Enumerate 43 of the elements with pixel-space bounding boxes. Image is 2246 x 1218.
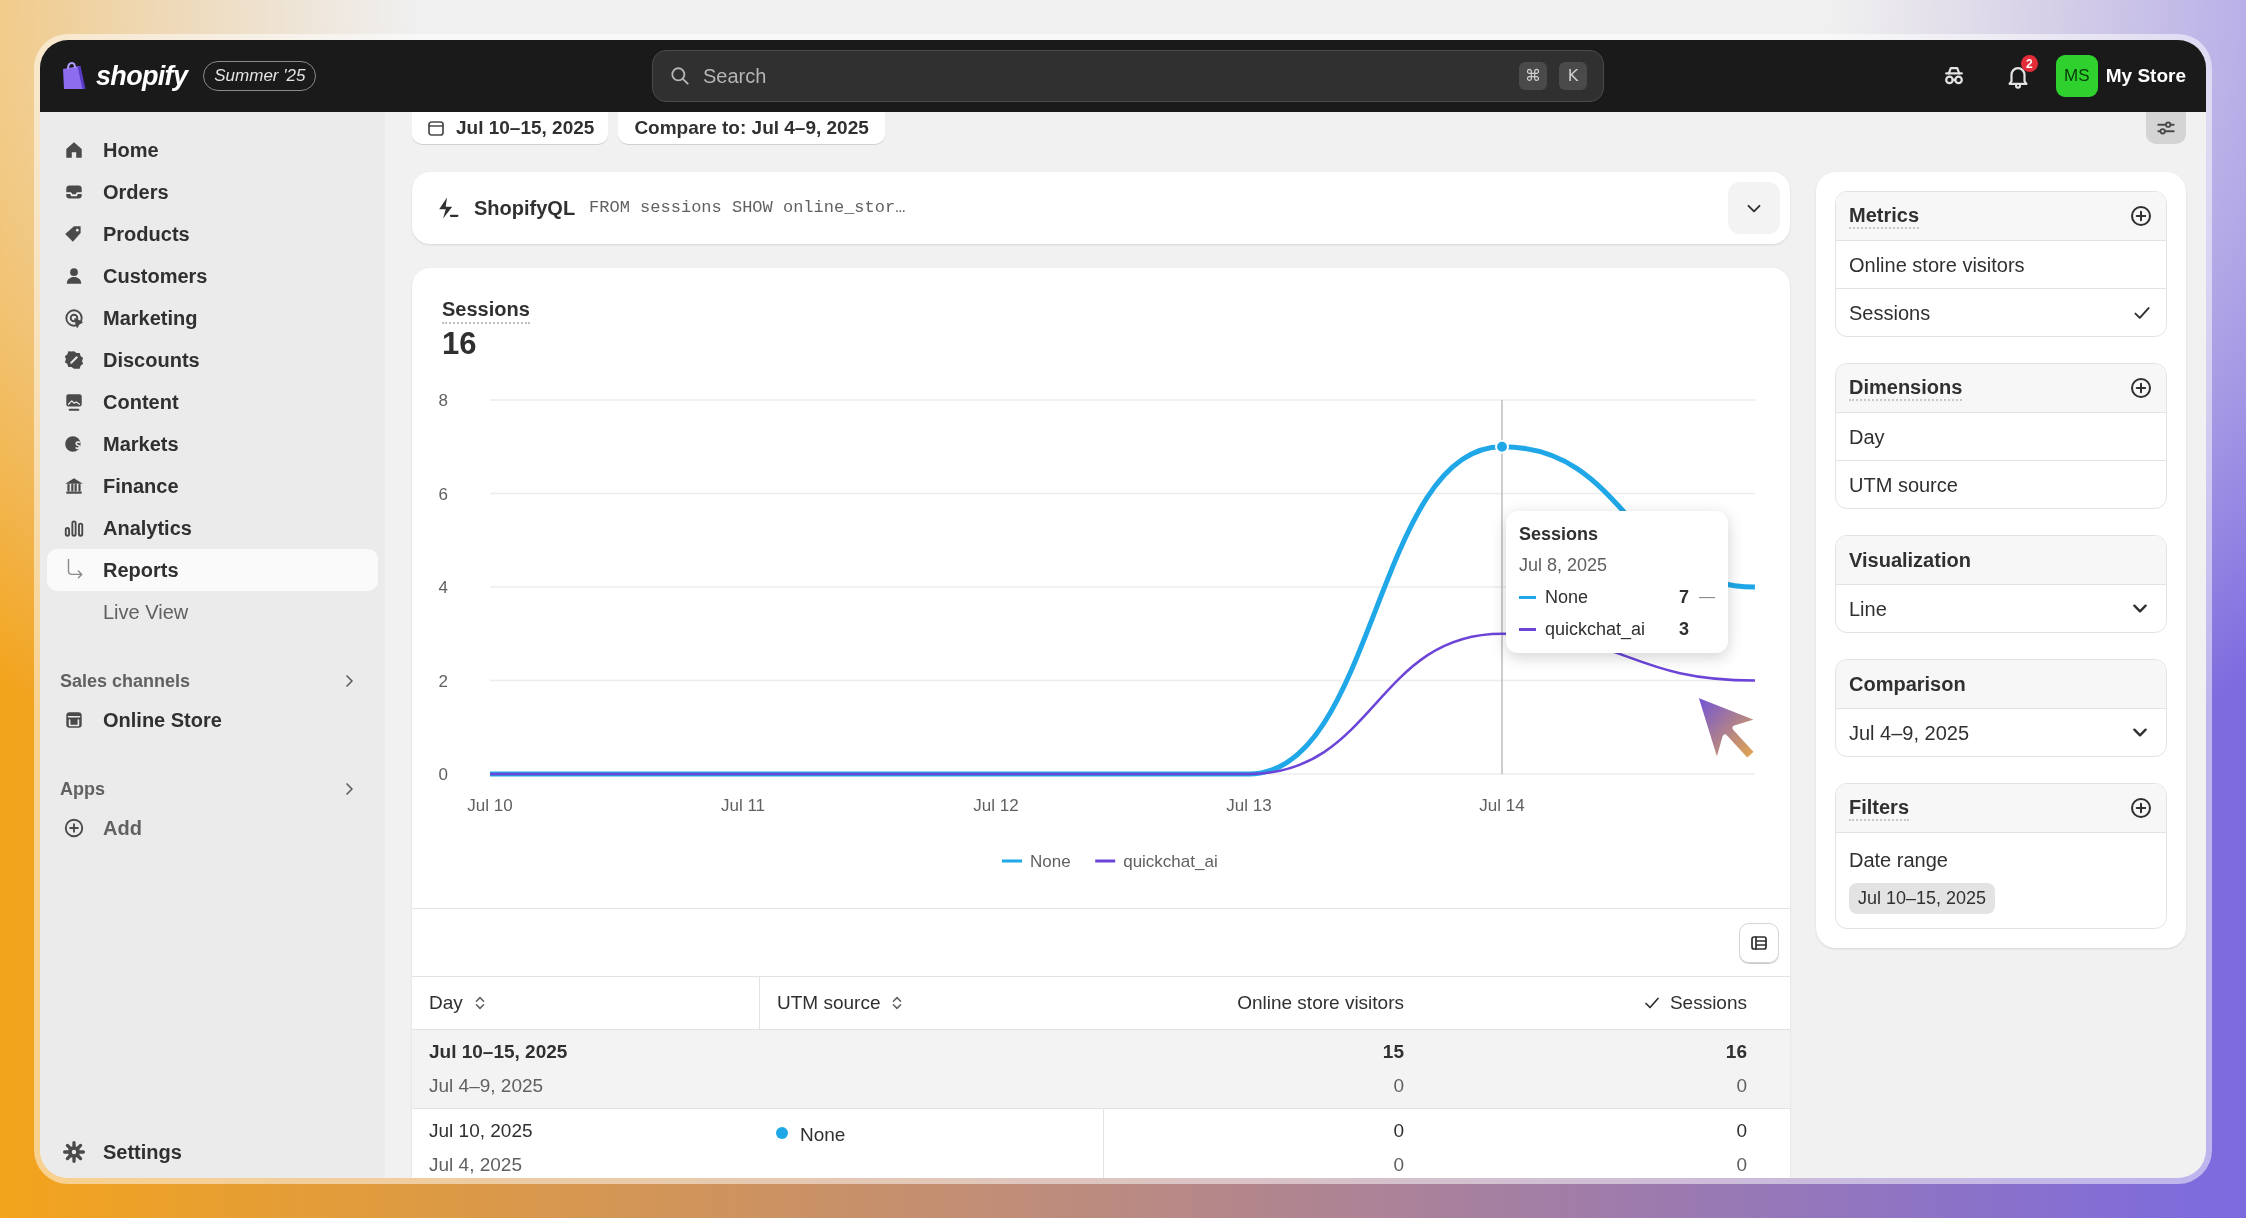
- tooltip-value: 3: [1679, 617, 1689, 641]
- x-tick-label: Jul 12: [973, 796, 1019, 815]
- tooltip-series-name: None: [1545, 585, 1589, 609]
- section-title: Filters: [1849, 795, 1910, 821]
- x-tick-label: Jul 10: [467, 796, 513, 815]
- metric-total: 16: [442, 325, 477, 363]
- table-cell-text: Jul 10, 2025: [429, 1118, 534, 1143]
- section-title: Comparison: [1849, 672, 1966, 697]
- query-text: FROM sessions SHOW online_stor…: [589, 197, 906, 220]
- y-tick-label: 4: [438, 578, 448, 597]
- tooltip-compare-value: —: [1698, 587, 1715, 607]
- table-cell-text: Jul 4–9, 2025: [429, 1074, 545, 1098]
- query-label: ShopifyQL: [474, 196, 576, 221]
- x-tick-label: Jul 11: [720, 796, 766, 815]
- table-cell-text: 0: [1393, 1153, 1404, 1177]
- table-cell-text: 0: [1736, 1153, 1747, 1177]
- tooltip-date: Jul 8, 2025: [1519, 554, 1609, 577]
- y-tick-label: 6: [438, 484, 448, 504]
- notification-badge: 2: [2020, 55, 2038, 72]
- section-title: Dimensions: [1849, 375, 1963, 401]
- table-cell-text: 16: [1725, 1039, 1747, 1064]
- x-tick-label: Jul 14: [1479, 796, 1525, 815]
- table-cell-text: 0: [1736, 1074, 1747, 1098]
- table-cell-text: 0: [1393, 1074, 1404, 1098]
- shortcut-key: ⌘: [1519, 62, 1547, 90]
- section-title: Metrics: [1849, 203, 1920, 229]
- tooltip-value: 7: [1679, 585, 1689, 609]
- x-tick-label: Jul 13: [1226, 796, 1272, 815]
- shortcut-key: K: [1559, 62, 1587, 90]
- y-tick-label: 2: [438, 671, 448, 691]
- table-cell-text: 15: [1382, 1039, 1404, 1064]
- table-cell-text: None: [800, 1123, 846, 1147]
- y-tick-label: 0: [438, 765, 448, 784]
- table-cell-text: 0: [1393, 1118, 1404, 1143]
- table-cell-text: Jul 4, 2025: [429, 1153, 523, 1177]
- tooltip-series-name: quickchat_ai: [1545, 617, 1646, 642]
- table-cell-text: 0: [1736, 1118, 1747, 1143]
- section-heading: Sales channels: [60, 669, 191, 693]
- section-heading: Apps: [60, 777, 105, 801]
- table-cell-text: Jul 10–15, 2025: [429, 1039, 569, 1064]
- section-title: Visualization: [1849, 548, 1971, 573]
- y-tick-label: 8: [438, 391, 448, 410]
- tooltip-title: Sessions: [1519, 523, 1600, 546]
